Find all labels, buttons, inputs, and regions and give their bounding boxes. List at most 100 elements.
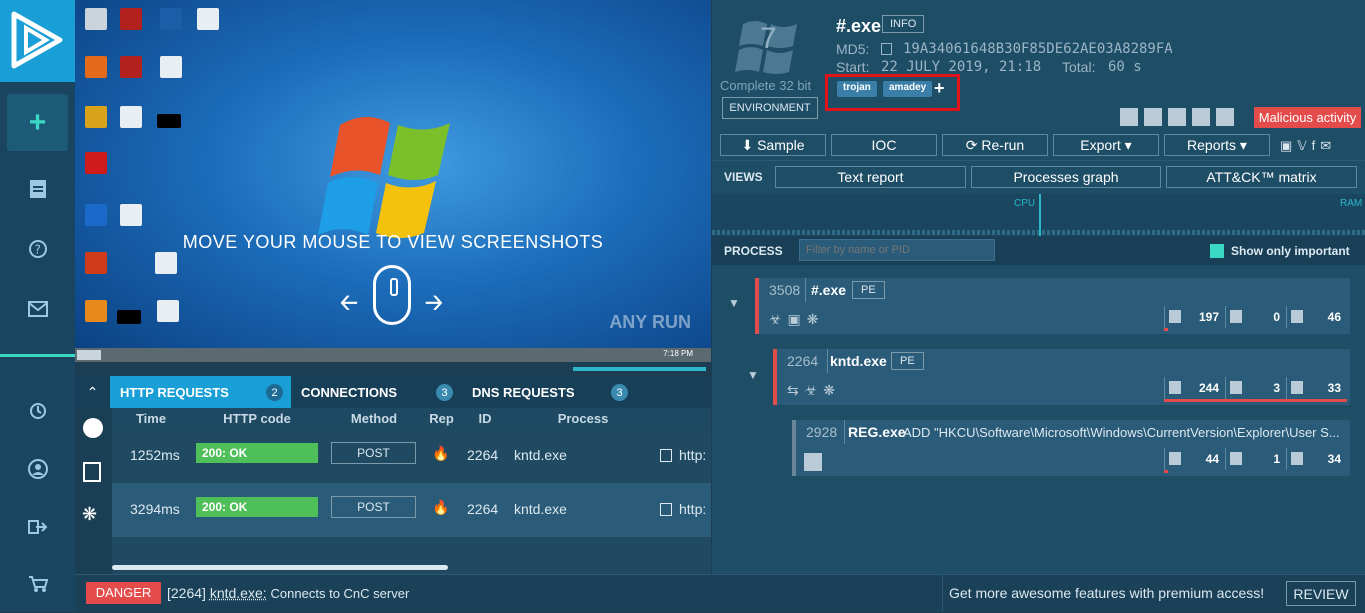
network-side-icons: ❋ [75, 408, 112, 574]
reports-label: Reports [1187, 137, 1236, 153]
ioc-button[interactable]: IOC [831, 134, 937, 156]
filezilla-icon[interactable] [120, 56, 142, 78]
add-tag-icon[interactable]: + [934, 78, 945, 99]
timeline-strip[interactable] [75, 362, 711, 376]
desktop-black-icon[interactable] [157, 114, 181, 128]
process-pid: 2928 [806, 424, 837, 440]
tag-trojan[interactable]: trojan [837, 81, 877, 97]
globe-icon[interactable] [83, 418, 103, 438]
desktop-file-icon[interactable] [160, 8, 182, 30]
opera-icon[interactable] [85, 152, 107, 174]
next-screenshot-icon[interactable]: 🡢 [425, 286, 443, 324]
process-command: ADD "HKCU\Software\Microsoft\Windows\Cur… [903, 425, 1348, 440]
ccleaner-icon[interactable] [85, 252, 107, 274]
logout-icon[interactable] [0, 498, 75, 556]
review-button[interactable]: REVIEW [1286, 581, 1356, 606]
table-row[interactable]: 3294ms 200: OK POST 🔥 2264 kntd.exe http… [112, 483, 711, 537]
desktop-doc-icon[interactable] [120, 204, 142, 226]
copy-url-icon[interactable] [660, 449, 672, 462]
status-badge: 200: OK [196, 497, 318, 517]
desktop-doc-icon[interactable] [157, 300, 179, 322]
desktop-doc-icon[interactable] [197, 8, 219, 30]
danger-badge: DANGER [86, 582, 161, 604]
process-name: kntd.exe [830, 353, 887, 369]
processes-graph-button[interactable]: Processes graph [971, 166, 1161, 188]
recycle-bin-icon[interactable] [85, 8, 107, 30]
col-time: Time [112, 411, 190, 426]
environment-button[interactable]: ENVIRONMENT [722, 97, 818, 119]
desktop-doc-icon[interactable] [120, 106, 142, 128]
process-node[interactable]: 2928 REG.exe ADD "HKCU\Software\Microsof… [792, 420, 1350, 476]
text-report-button[interactable]: Text report [775, 166, 966, 188]
status-message[interactable]: [2264] kntd.exe: Connects to CnC server [167, 585, 409, 601]
process-node[interactable]: 3508 #.exe PE ☣▣❋ 197 0 46 [755, 278, 1350, 334]
http-table-header: Time HTTP code Method Rep ID Process [112, 408, 711, 429]
collapse-tree-icon[interactable]: ▼ [728, 296, 740, 310]
horizontal-scrollbar[interactable] [112, 565, 448, 570]
process-pid: 3508 [769, 282, 800, 298]
process-filter-input[interactable] [799, 239, 995, 261]
gear-icon [1291, 310, 1303, 323]
copy-icon[interactable] [83, 462, 101, 482]
skype-icon[interactable] [85, 204, 107, 226]
cell-url[interactable]: http: [679, 447, 706, 463]
cell-time: 1252ms [130, 447, 180, 463]
firefox-icon[interactable] [85, 56, 107, 78]
share-icons[interactable]: ▣𝕍f✉ [1280, 138, 1336, 154]
total-label: Total: [1062, 59, 1095, 75]
status-process[interactable]: kntd.exe: [210, 585, 267, 601]
files-stat: 44 [1164, 448, 1225, 470]
attck-matrix-button[interactable]: ATT&CK™ matrix [1166, 166, 1357, 188]
user-profile-icon[interactable] [0, 440, 75, 498]
new-task-plus-icon[interactable]: + [7, 94, 68, 151]
views-label: VIEWS [724, 170, 763, 184]
anyrun-logo[interactable] [0, 0, 75, 82]
collapse-chevron-icon[interactable]: ⌃ [75, 376, 110, 408]
info-button[interactable]: INFO [882, 15, 924, 33]
tag-amadey[interactable]: amadey [883, 81, 932, 97]
modules-count: 33 [1328, 381, 1341, 395]
files-count: 244 [1199, 381, 1219, 395]
history-icon[interactable] [0, 382, 75, 440]
registry-icon [1230, 452, 1242, 465]
acrobat-icon[interactable] [120, 8, 142, 30]
vlc-icon[interactable] [85, 300, 107, 322]
md5-hash[interactable]: 19A34061648B30F85DE62AE03A8289FA [903, 41, 1173, 57]
desktop-doc-icon[interactable] [160, 56, 182, 78]
gear-icon [1291, 381, 1303, 394]
mail-icon[interactable] [0, 280, 75, 338]
export-dropdown[interactable]: Export ▾ [1053, 134, 1159, 156]
chrome-icon[interactable] [85, 106, 107, 128]
show-important-checkbox[interactable] [1210, 244, 1224, 258]
bug-icon[interactable]: ❋ [82, 504, 97, 525]
tab-connections[interactable]: CONNECTIONS 3 [291, 376, 461, 408]
prev-screenshot-icon[interactable]: 🡠 [340, 286, 358, 324]
table-row[interactable]: 1252ms 200: OK POST 🔥 2264 kntd.exe http… [112, 429, 711, 483]
cart-icon[interactable] [0, 555, 75, 613]
copy-md5-icon[interactable] [881, 43, 892, 55]
tab-count: 3 [436, 384, 453, 401]
tab-dns-requests[interactable]: DNS REQUESTS 3 [462, 376, 636, 408]
copy-url-icon[interactable] [660, 503, 672, 516]
help-icon[interactable]: ? [0, 220, 75, 278]
screenshot-hint: MOVE YOUR MOUSE TO VIEW SCREENSHOTS [75, 232, 711, 253]
process-node[interactable]: 2264 kntd.exe PE ⇆☣❋ 244 3 33 [773, 349, 1350, 405]
tab-http-requests[interactable]: HTTP REQUESTS 2 [110, 376, 291, 408]
status-badge: 200: OK [196, 443, 318, 463]
process-name: #.exe [811, 282, 846, 298]
desktop-doc-icon[interactable] [155, 252, 177, 274]
reports-dropdown[interactable]: Reports ▾ [1164, 134, 1270, 156]
cell-id: 2264 [467, 501, 498, 517]
desktop-black-icon[interactable] [117, 310, 141, 324]
tab-label: HTTP REQUESTS [120, 385, 229, 400]
verdict-badge: Malicious activity [1254, 107, 1361, 128]
collapse-tree-icon[interactable]: ▼ [747, 368, 759, 382]
process-name: REG.exe [848, 424, 906, 440]
resource-graph: CPU RAM [712, 194, 1365, 236]
sample-button[interactable]: ⬇ Sample [720, 134, 826, 156]
document-icon[interactable] [0, 160, 75, 218]
registry-stat: 0 [1225, 306, 1286, 328]
cell-url[interactable]: http: [679, 501, 706, 517]
registry-icon [1230, 310, 1242, 323]
rerun-button[interactable]: ⟳ Re-run [942, 134, 1048, 156]
